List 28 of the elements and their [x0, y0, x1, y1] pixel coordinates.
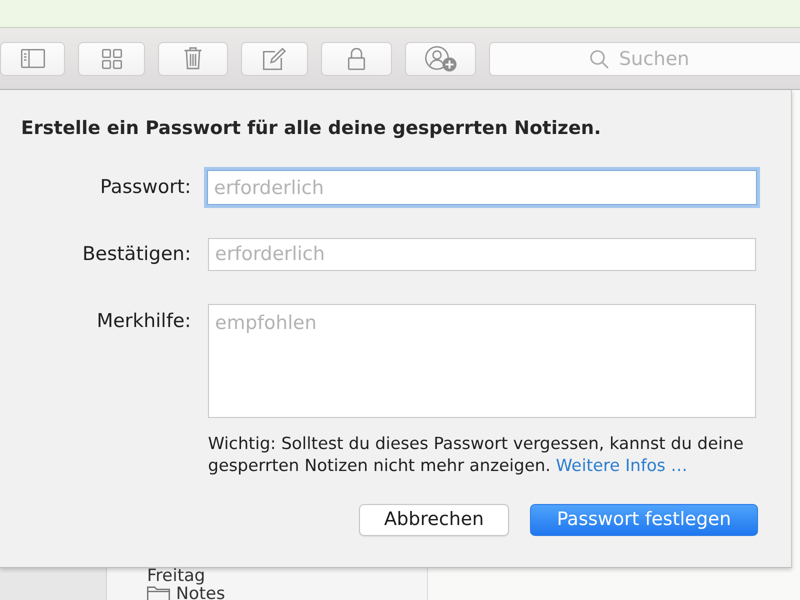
person-add-icon — [424, 46, 456, 72]
toolbar-button[interactable] — [241, 42, 308, 76]
search-icon — [590, 50, 609, 68]
field-label: Merkhilfe: — [96, 310, 191, 333]
note-date: Freitag — [147, 568, 206, 585]
text-field[interactable]: erforderlich — [208, 238, 756, 270]
pencil-square-icon — [263, 48, 286, 70]
field-label: Bestätigen: — [82, 242, 191, 266]
grid-icon — [102, 48, 122, 68]
field-label: Passwort: — [100, 176, 191, 199]
search-field[interactable]: Suchen — [489, 42, 800, 76]
dialog-title: Erstelle ein Passwort für alle deine gesperrten Notizen. — [21, 118, 602, 140]
cancel-button[interactable]: Abbrechen — [359, 504, 509, 536]
text-field[interactable]: erforderlich — [204, 167, 760, 208]
confirm-button[interactable]: Passwort festlegen — [530, 504, 758, 536]
sidebar-icon — [20, 49, 44, 68]
lock-icon — [348, 48, 365, 70]
trash-icon — [184, 47, 202, 70]
toolbar-button[interactable] — [78, 42, 145, 76]
toolbar-button[interactable] — [321, 42, 392, 76]
folder-name: Notes — [176, 586, 226, 600]
more-info-link[interactable]: Weitere Infos … — [556, 454, 688, 474]
toolbar-button[interactable] — [158, 42, 228, 76]
toolbar-button[interactable] — [0, 42, 65, 76]
warning-text: Wichtig: Solltest du dieses Passwort vergessen, kannst du deine gesperrten Notizen nicht mehr anzeigen. Weitere Infos … — [208, 432, 745, 476]
text-area-field[interactable]: empfohlen — [208, 304, 756, 418]
toolbar-button[interactable] — [405, 42, 476, 76]
folder-icon — [147, 586, 170, 600]
